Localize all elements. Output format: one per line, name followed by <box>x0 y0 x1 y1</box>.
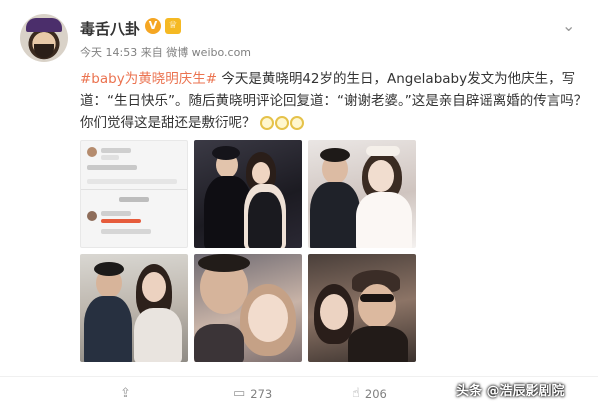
image-grid <box>80 140 416 370</box>
image-thumbnail[interactable] <box>308 140 416 248</box>
watermark: 头条 @浩辰影剧院 <box>456 384 565 399</box>
comment-icon: ▭ <box>233 386 246 401</box>
hashtag-link[interactable]: #baby为黄晓明庆生# <box>80 71 217 87</box>
image-thumbnail[interactable] <box>80 140 188 248</box>
comment-count: 273 <box>250 386 273 401</box>
post-meta: 今天 14:53 来自 微博 weibo.com <box>80 46 252 59</box>
like-icon: ☝ <box>352 386 360 401</box>
share-icon: ⇪ <box>120 386 131 401</box>
author-name[interactable]: 毒舌八卦 <box>80 18 140 39</box>
verified-badge-icon: V <box>145 18 161 34</box>
image-thumbnail[interactable] <box>194 140 302 248</box>
post-body: #baby为黄晓明庆生# 今天是黄晓明42岁的生日，Angelababy发文为他… <box>80 68 590 134</box>
image-thumbnail[interactable] <box>80 254 188 362</box>
like-button[interactable]: ☝ 206 <box>352 386 387 401</box>
author-avatar[interactable] <box>20 14 68 62</box>
crown-badge-icon: ♕ <box>165 18 181 34</box>
doge-emoji-icon <box>259 114 306 132</box>
like-count: 206 <box>364 386 387 401</box>
image-thumbnail[interactable] <box>308 254 416 362</box>
image-thumbnail[interactable] <box>194 254 302 362</box>
chevron-down-icon[interactable]: ⌄ <box>562 16 575 35</box>
forward-button[interactable]: ⇪ <box>120 386 131 401</box>
comment-button[interactable]: ▭ 273 <box>233 386 272 401</box>
